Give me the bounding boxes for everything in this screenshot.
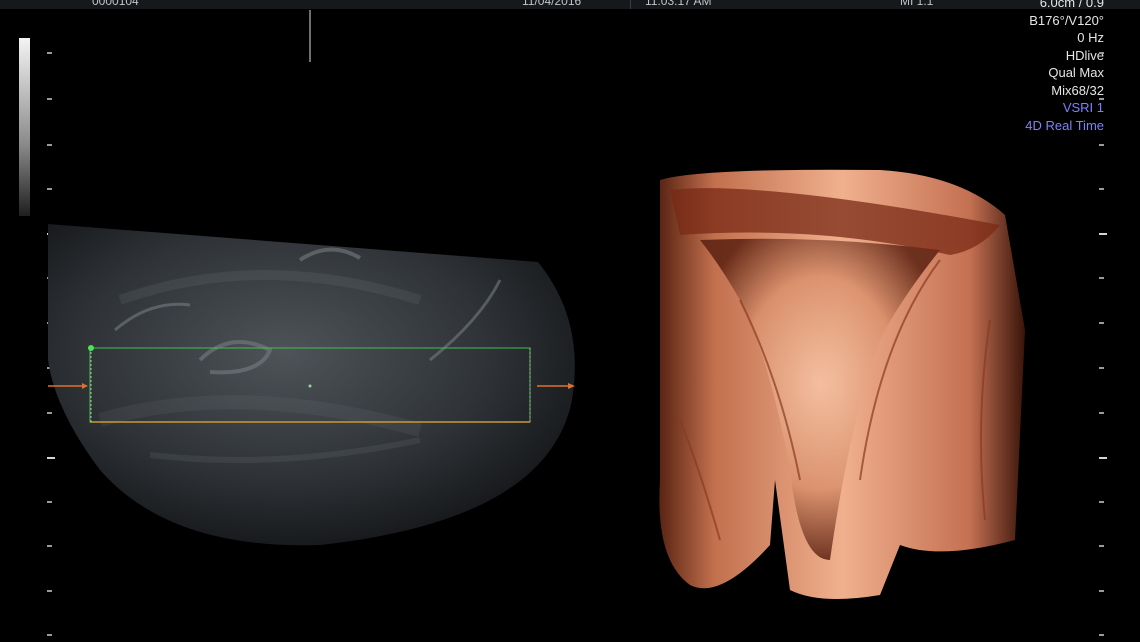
hdlive-3d-render <box>659 169 1025 599</box>
